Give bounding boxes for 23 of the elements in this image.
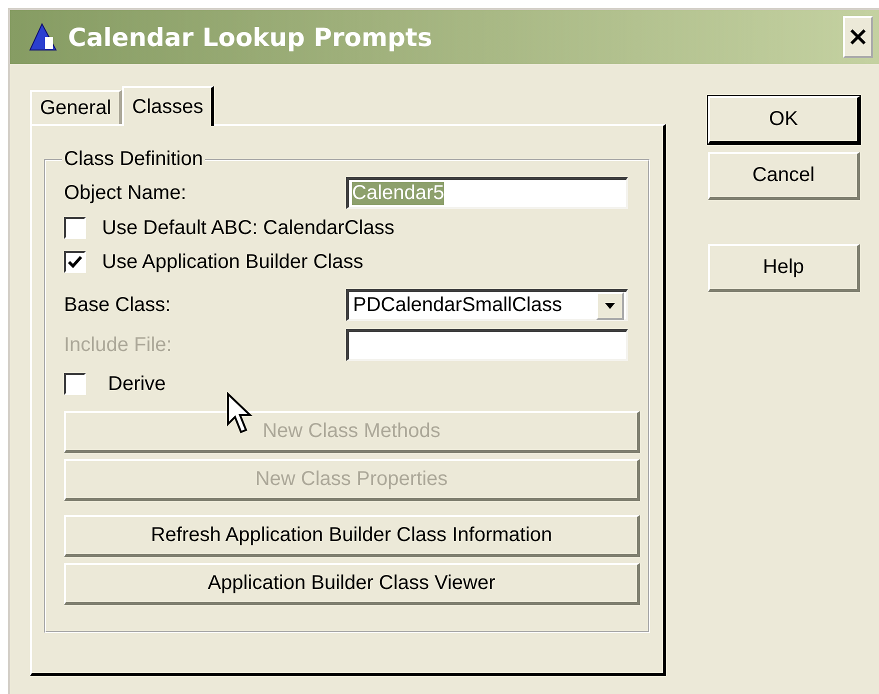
checkbox[interactable] bbox=[64, 217, 86, 239]
dialog-button[interactable]: Cancel bbox=[708, 152, 860, 200]
action-button[interactable]: Refresh Application Builder Class Information bbox=[64, 515, 640, 557]
checkbox[interactable] bbox=[64, 251, 86, 273]
window-title: Calendar Lookup Prompts bbox=[68, 22, 434, 52]
group-title: Class Definition bbox=[63, 148, 204, 171]
checkbox[interactable] bbox=[64, 373, 86, 395]
checkbox-label[interactable]: Use Application Builder Class bbox=[102, 250, 364, 274]
close-button[interactable]: × bbox=[843, 16, 873, 58]
field-label: Base Class: bbox=[64, 294, 172, 316]
checkmark-icon bbox=[68, 255, 82, 269]
action-button[interactable]: Application Builder Class Viewer bbox=[64, 563, 640, 605]
field-label: Object Name: bbox=[64, 182, 188, 204]
checkbox-label[interactable]: Use Default ABC: CalendarClass bbox=[102, 216, 394, 240]
include-file-field[interactable] bbox=[346, 329, 628, 361]
field-label: Include File: bbox=[64, 334, 173, 356]
dialog-button[interactable]: Help bbox=[708, 244, 860, 292]
dialog-button[interactable]: OK bbox=[708, 96, 860, 144]
base-class-dropdown[interactable]: PDCalendarSmallClass bbox=[346, 289, 628, 321]
tab[interactable]: General bbox=[30, 90, 122, 124]
tab[interactable]: Classes bbox=[122, 86, 214, 126]
checkbox-label[interactable]: Derive bbox=[108, 372, 166, 396]
app-logo-icon bbox=[28, 22, 58, 52]
